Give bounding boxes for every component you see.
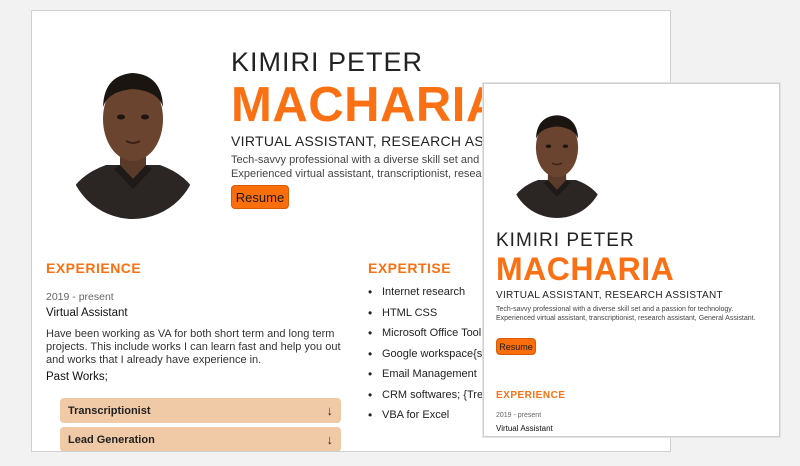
past-works-label: Past Works; [46,371,108,383]
expertise-item: Microsoft Office Tool [368,326,488,348]
accordion-lead-generation[interactable]: Lead Generation ↓ [60,427,341,451]
bio-line-1: Tech-savvy professional with a diverse s… [231,154,489,166]
expertise-item: Google workspace{sp [368,347,488,369]
job-title: Virtual Assistant [46,307,128,319]
experience-date: 2019 - present [46,291,114,303]
expertise-item: Email Management [368,367,488,389]
role-title: VIRTUAL ASSISTANT, RESEARCH ASSISTANT [496,290,723,301]
job-title: Virtual Assistant [496,424,553,433]
expertise-item: CRM softwares; {Trel [368,388,488,410]
job-description: Have been working as VA for both short t… [46,328,341,366]
mobile-preview: KIMIRI PETER MACHARIA VIRTUAL ASSISTANT,… [483,83,780,437]
first-name: KIMIRI PETER [496,230,635,251]
experience-heading: EXPERIENCE [496,390,566,401]
accordion-label: Transcriptionist [68,404,151,417]
profile-photo-graphic [511,104,603,218]
experience-date: 2019 - present [496,412,542,419]
resume-button[interactable]: Resume [496,338,536,355]
accordion-label: Lead Generation [68,433,155,446]
expertise-heading: EXPERTISE [368,260,452,276]
bio-line-2: Experienced virtual assistant, transcrip… [231,168,486,180]
bio-text: Tech-savvy professional with a diverse s… [231,153,488,181]
first-name: KIMIRI PETER [231,47,424,77]
expertise-item: HTML CSS [368,306,488,328]
experience-heading: EXPERIENCE [46,260,142,276]
expertise-item: VBA for Excel [368,408,488,430]
expertise-item: Internet research [368,285,488,307]
bio-text: Tech-savvy professional with a diverse s… [496,306,756,322]
profile-photo-graphic [68,57,198,219]
arrow-down-icon: ↓ [326,403,334,418]
role-title: VIRTUAL ASSISTANT, RESEARCH ASSIS [231,133,508,149]
accordion-transcriptionist[interactable]: Transcriptionist ↓ [60,398,341,423]
expertise-list: Internet research HTML CSS Microsoft Off… [368,285,488,430]
resume-button[interactable]: Resume [231,185,289,209]
profile-photo [68,57,198,219]
last-name: MACHARIA [231,78,502,132]
arrow-down-icon: ↓ [326,432,334,447]
profile-photo [510,104,604,218]
last-name: MACHARIA [496,251,675,287]
